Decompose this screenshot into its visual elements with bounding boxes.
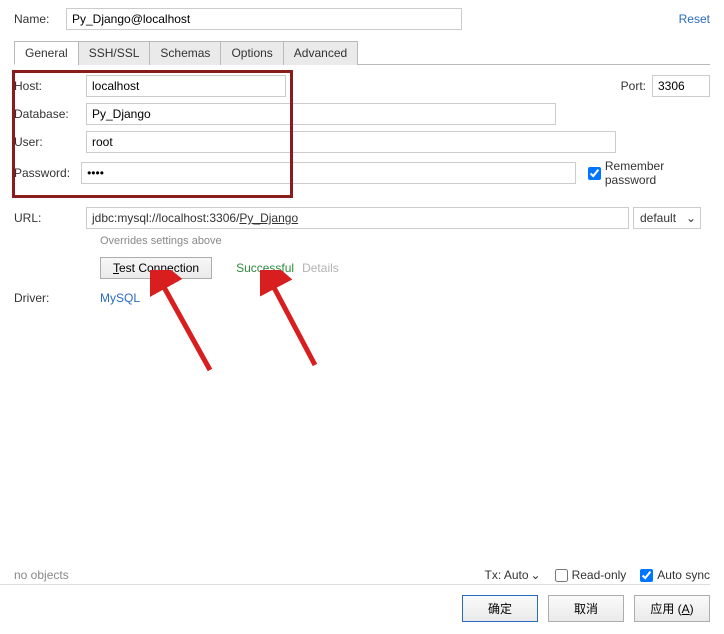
- cancel-button[interactable]: 取消: [548, 595, 624, 622]
- password-input[interactable]: [81, 162, 576, 184]
- host-label: Host:: [14, 79, 86, 93]
- chevron-down-icon: ⌄: [531, 568, 541, 582]
- database-label: Database:: [14, 107, 86, 121]
- apply-text-prefix: 应用 (: [650, 602, 681, 616]
- tx-mode-dropdown[interactable]: Tx: Auto ⌄: [485, 568, 541, 582]
- port-input[interactable]: [652, 75, 710, 97]
- connection-status-success: Successful: [236, 261, 294, 275]
- ok-button[interactable]: 确定: [462, 595, 538, 622]
- read-only-checkbox[interactable]: Read-only: [555, 568, 627, 582]
- url-input[interactable]: jdbc:mysql://localhost:3306/Py_Django: [86, 207, 629, 229]
- driver-label: Driver:: [14, 291, 86, 305]
- host-input[interactable]: [86, 75, 286, 97]
- database-input[interactable]: [86, 103, 556, 125]
- tab-ssh-ssl[interactable]: SSH/SSL: [78, 41, 151, 65]
- name-input[interactable]: [66, 8, 462, 30]
- apply-text-suffix: ): [690, 602, 694, 616]
- apply-access-key: A: [682, 602, 690, 616]
- tab-schemas[interactable]: Schemas: [149, 41, 221, 65]
- name-label: Name:: [14, 12, 66, 26]
- tab-advanced[interactable]: Advanced: [283, 41, 358, 65]
- remember-password-checkbox[interactable]: Remember password: [588, 159, 710, 187]
- tab-strip: General SSH/SSL Schemas Options Advanced: [14, 40, 710, 65]
- port-label: Port:: [621, 79, 646, 93]
- tx-label: Tx: Auto: [485, 568, 529, 582]
- read-only-box[interactable]: [555, 569, 568, 582]
- url-kind-dropdown[interactable]: default ⌄: [633, 207, 701, 229]
- read-only-label: Read-only: [572, 568, 627, 582]
- url-label: URL:: [14, 211, 86, 225]
- auto-sync-label: Auto sync: [657, 568, 710, 582]
- connection-details-link[interactable]: Details: [302, 261, 339, 275]
- auto-sync-box[interactable]: [640, 569, 653, 582]
- url-kind-value: default: [640, 211, 676, 225]
- driver-link[interactable]: MySQL: [100, 291, 140, 305]
- auto-sync-checkbox[interactable]: Auto sync: [640, 568, 710, 582]
- remember-password-box[interactable]: [588, 167, 601, 180]
- user-label: User:: [14, 135, 86, 149]
- dialog-button-bar: 确定 取消 应用 (A): [0, 584, 710, 622]
- password-label: Password:: [14, 166, 81, 180]
- no-objects-label: no objects: [14, 568, 69, 582]
- override-note: Overrides settings above: [100, 235, 710, 247]
- remember-password-label: Remember password: [605, 159, 710, 187]
- user-input[interactable]: [86, 131, 616, 153]
- url-prefix-text: jdbc:mysql://localhost:3306/: [92, 211, 239, 225]
- tab-general[interactable]: General: [14, 41, 79, 65]
- tab-options[interactable]: Options: [220, 41, 283, 65]
- reset-link[interactable]: Reset: [679, 12, 710, 26]
- chevron-down-icon: ⌄: [686, 211, 696, 225]
- url-suffix-link[interactable]: Py_Django: [239, 211, 298, 225]
- apply-button[interactable]: 应用 (A): [634, 595, 710, 622]
- test-connection-button[interactable]: Test Connection: [100, 257, 212, 279]
